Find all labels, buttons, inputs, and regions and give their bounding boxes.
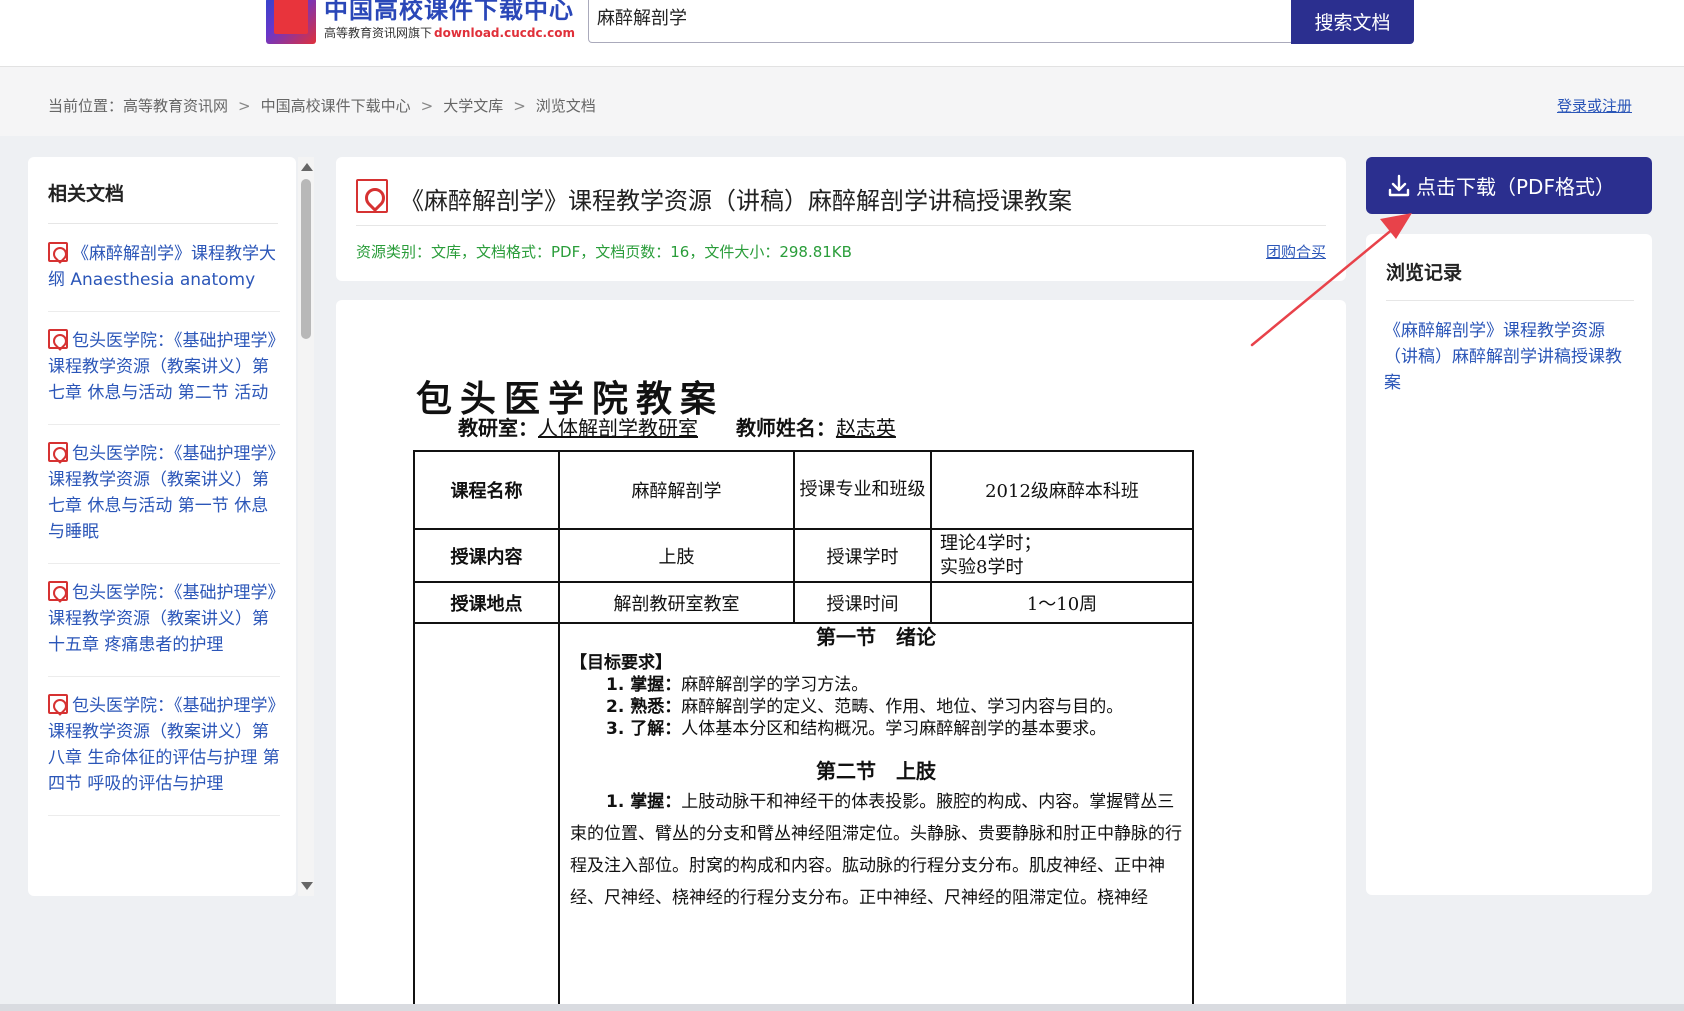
breadcrumb-separator: > (238, 97, 251, 115)
hours-theory: 理论4学时； (940, 532, 1042, 554)
goal-item-text: 麻醉解剖学的定义、范畴、作用、地位、学习内容与目的。 (681, 697, 1124, 717)
site-logo[interactable]: 中国高校课件下载中心 高等教育资讯网旗下 download.cucdc.com (266, 0, 575, 44)
related-docs-scrollbar[interactable] (298, 157, 314, 896)
logo-sub-text: 高等教育资讯网旗下 (324, 26, 433, 40)
major-value: 2012级麻醉本科班 (930, 450, 1194, 530)
section-2-title: 第二节 上肢 (816, 759, 936, 783)
pdf-icon (48, 694, 68, 714)
download-label: 点击下载（PDF格式） (1416, 175, 1615, 199)
logo-mark-icon (266, 0, 316, 44)
goal-item: 1. 掌握：麻醉解剖学的学习方法。 (570, 674, 1182, 696)
scroll-thumb[interactable] (301, 179, 311, 339)
document-meta: 资源类别：文库，文档格式：PDF，文档页数：16，文件大小：298.81KB (356, 243, 852, 261)
group-buy-link[interactable]: 团购合买 (1266, 241, 1326, 262)
related-doc-item[interactable]: 《麻醉解剖学》课程教学大纲 Anaesthesia anatomy (48, 241, 280, 312)
breadcrumb-prefix: 当前位置： (48, 97, 124, 115)
document-preview: 包头医学院教案 教研室：人体解剖学教研室 教师姓名：赵志英 课程名称 麻醉解剖学… (336, 300, 1346, 1011)
related-docs-list: 《麻醉解剖学》课程教学大纲 Anaesthesia anatomy 包头医学院：… (48, 241, 280, 832)
breadcrumb-item-download-center[interactable]: 中国高校课件下载中心 (261, 97, 411, 115)
pdf-icon (356, 179, 388, 213)
related-doc-item[interactable]: 包头医学院：《基础护理学》课程教学资源（教案讲义）第十五章 疼痛患者的护理 (48, 580, 280, 677)
document-header: 《麻醉解剖学》课程教学资源（讲稿）麻醉解剖学讲稿授课教案 资源类别：文库，文档格… (336, 157, 1346, 281)
pdf-icon (48, 581, 68, 601)
logo-subtitle: 高等教育资讯网旗下 download.cucdc.com (324, 24, 575, 41)
related-doc-item[interactable]: 包头医学院：《基础护理学》课程教学资源（教案讲义）第七章 休息与活动 第一节 休… (48, 441, 280, 564)
logo-title: 中国高校课件下载中心 (324, 0, 574, 24)
goal-item-text: 人体基本分区和结构概况。学习麻醉解剖学的基本要求。 (681, 719, 1107, 739)
browse-history-title: 浏览记录 (1386, 262, 1463, 284)
goal-item-label: 3. 了解： (606, 719, 682, 739)
breadcrumb-separator: > (420, 97, 434, 115)
goal-item-text: 麻醉解剖学的学习方法。 (681, 675, 869, 695)
content-value: 上肢 (558, 528, 795, 583)
teacher-label: 教师姓名： (735, 416, 836, 440)
divider (356, 225, 1326, 226)
section-2-text: 1. 掌握：上肢动脉干和神经干的体表投影。腋腔的构成、内容。掌握臂丛三束的位置、… (570, 786, 1182, 914)
hours-lab: 实验8学时 (940, 556, 1024, 578)
page-dept-line: 教研室：人体解剖学教研室 教师姓名：赵志英 (458, 412, 896, 441)
dept-value: 人体解剖学教研室 (538, 416, 698, 440)
breadcrumb-item-library[interactable]: 大学文库 (443, 97, 503, 115)
section-2-label: 1. 掌握： (606, 792, 682, 812)
teacher-value: 赵志英 (835, 416, 896, 440)
course-value: 麻醉解剖学 (558, 450, 795, 530)
pdf-icon (48, 329, 68, 349)
goal-item-label: 2. 熟悉： (606, 697, 682, 717)
hours-value: 理论4学时； 实验8学时 (930, 528, 1194, 583)
search-input[interactable] (597, 0, 1277, 34)
goal-item: 2. 熟悉：麻醉解剖学的定义、范畴、作用、地位、学习内容与目的。 (570, 696, 1182, 718)
related-docs-title: 相关文档 (48, 183, 125, 205)
major-label: 授课专业和班级 (793, 450, 932, 530)
related-doc-link[interactable]: 包头医学院：《基础护理学》课程教学资源（教案讲义）第七章 休息与活动 第一节 休… (48, 444, 276, 542)
time-value: 1～10周 (930, 581, 1194, 624)
time-label: 授课时间 (793, 581, 932, 624)
breadcrumb-separator: > (513, 97, 526, 115)
place-label: 授课地点 (413, 581, 560, 624)
pdf-icon (48, 242, 68, 262)
logo-domain: download.cucdc.com (434, 26, 575, 40)
login-register-link[interactable]: 登录或注册 (1557, 95, 1632, 116)
divider (48, 223, 278, 224)
related-doc-link[interactable]: 包头医学院：《基础护理学》课程教学资源（教案讲义）第七章 休息与活动 第二节 活… (48, 331, 276, 403)
pdf-icon (48, 442, 68, 462)
goal-item-label: 1. 掌握： (606, 675, 682, 695)
related-doc-link[interactable]: 包头医学院：《基础护理学》课程教学资源（教案讲义）第八章 生命体征的评估与护理 … (48, 696, 280, 794)
search-button[interactable]: 搜索文档 (1291, 0, 1414, 44)
empty-cell (413, 622, 560, 1011)
bottom-strip (0, 1004, 1684, 1011)
place-value: 解剖教研室教室 (558, 581, 795, 624)
breadcrumb-bar: 当前位置：高等教育资讯网 > 中国高校课件下载中心 > 大学文库 > 浏览文档 登录或注册 (0, 66, 1684, 136)
browse-history-panel: 浏览记录 《麻醉解剖学》课程教学资源（讲稿）麻醉解剖学讲稿授课教案 (1366, 234, 1652, 895)
scroll-up-arrow-icon[interactable] (301, 163, 313, 171)
goal-title: 【目标要求】 (570, 653, 672, 673)
search-box (588, 0, 1294, 43)
course-label: 课程名称 (413, 450, 560, 530)
download-pdf-button[interactable]: 点击下载（PDF格式） (1366, 157, 1652, 214)
related-doc-link[interactable]: 《麻醉解剖学》课程教学大纲 Anaesthesia anatomy (48, 244, 276, 290)
section-1-title: 第一节 绪论 (816, 625, 936, 649)
breadcrumb-item-current: 浏览文档 (535, 97, 596, 115)
dept-label: 教研室： (458, 416, 538, 440)
content-label: 授课内容 (413, 528, 560, 583)
history-link[interactable]: 《麻醉解剖学》课程教学资源（讲稿）麻醉解剖学讲稿授课教案 (1384, 318, 1636, 396)
related-doc-item[interactable]: 包头医学院：《基础护理学》课程教学资源（教案讲义）第七章 休息与活动 第二节 活… (48, 328, 280, 425)
download-icon (1388, 174, 1410, 196)
document-title: 《麻醉解剖学》课程教学资源（讲稿）麻醉解剖学讲稿授课教案 (400, 187, 1072, 215)
site-header: 中国高校课件下载中心 高等教育资讯网旗下download.cucdc.com 搜… (0, 0, 1684, 66)
lesson-plan-table: 课程名称 麻醉解剖学 授课专业和班级 2012级麻醉本科班 授课内容 上肢 授课… (413, 450, 1194, 1011)
scroll-down-arrow-icon[interactable] (301, 882, 313, 890)
related-docs-panel: 相关文档 《麻醉解剖学》课程教学大纲 Anaesthesia anatomy 包… (28, 157, 296, 896)
related-doc-link[interactable]: 包头医学院：《基础护理学》课程教学资源（教案讲义）第十五章 疼痛患者的护理 (48, 583, 276, 655)
related-doc-item[interactable]: 包头医学院：《基础护理学》课程教学资源（教案讲义）第八章 生命体征的评估与护理 … (48, 693, 280, 816)
hours-label: 授课学时 (793, 528, 932, 583)
breadcrumb: 当前位置：高等教育资讯网 > 中国高校课件下载中心 > 大学文库 > 浏览文档 (48, 95, 596, 116)
lesson-content-cell: 第一节 绪论 【目标要求】 1. 掌握：麻醉解剖学的学习方法。 2. 熟悉：麻醉… (558, 622, 1194, 1011)
goal-item: 3. 了解：人体基本分区和结构概况。学习麻醉解剖学的基本要求。 (570, 718, 1182, 740)
breadcrumb-item-home[interactable]: 高等教育资讯网 (123, 97, 228, 115)
divider (1386, 300, 1634, 301)
